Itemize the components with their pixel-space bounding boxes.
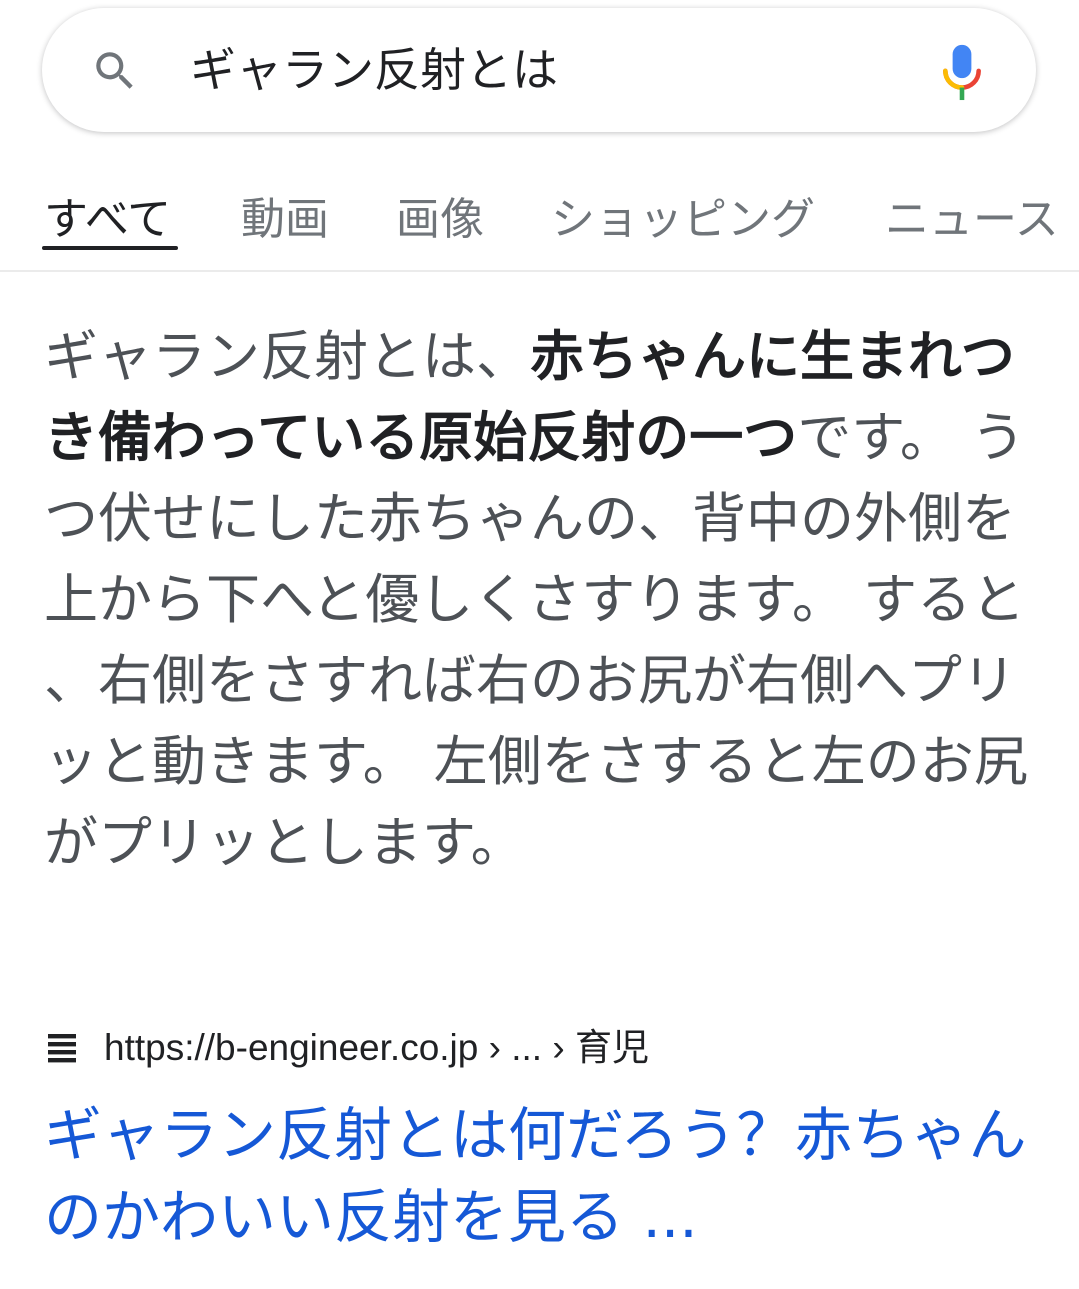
search-icon[interactable] — [90, 46, 140, 96]
tab-videos[interactable]: 動画 — [241, 190, 329, 250]
snippet-suffix: です。 うつ伏せにした赤ちゃんの、背中の外側を上から下へと優しくさすります。 す… — [44, 406, 1028, 874]
active-tab-indicator — [42, 246, 178, 250]
mic-icon[interactable] — [937, 42, 987, 106]
tab-images[interactable]: 画像 — [396, 190, 484, 250]
site-favicon-icon — [48, 1034, 76, 1063]
search-bar[interactable] — [42, 8, 1036, 132]
tab-news[interactable]: ニュース — [885, 190, 1059, 250]
tabs-divider — [0, 270, 1079, 272]
result-title-link[interactable]: ギャラン反射とは何だろう？赤ちゃんのかわいい反射を見る ... — [44, 1094, 1054, 1258]
tab-all[interactable]: すべて — [44, 190, 171, 250]
result-url[interactable]: https://b-engineer.co.jp › ... › 育児 — [104, 1022, 649, 1074]
tab-shopping[interactable]: ショッピング — [551, 190, 815, 250]
snippet-prefix: ギャラン反射とは、 — [44, 325, 530, 388]
search-tabs: すべて 動画 画像 ショッピング ニュース — [0, 190, 1079, 270]
search-input[interactable] — [190, 40, 930, 100]
featured-snippet: ギャラン反射とは、赤ちゃんに生まれつき備わっている原始反射の一つです。 うつ伏せ… — [44, 316, 1044, 883]
result-source[interactable]: https://b-engineer.co.jp › ... › 育児 — [46, 1022, 649, 1074]
